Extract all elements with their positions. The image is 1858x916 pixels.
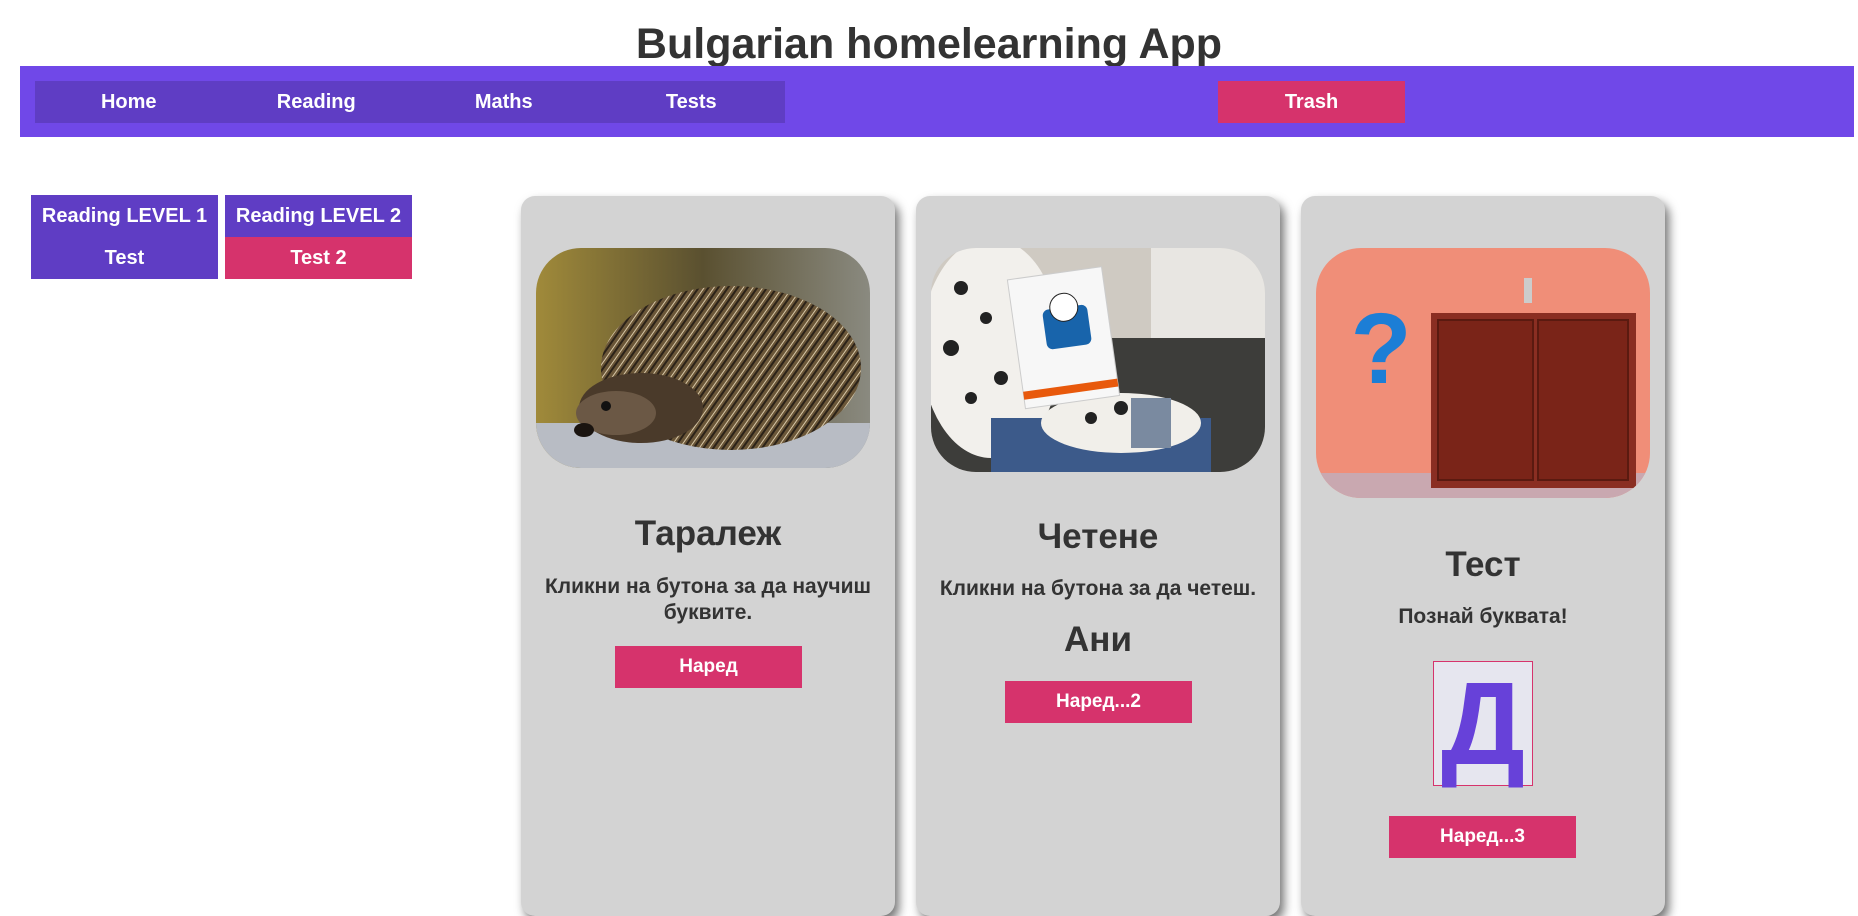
letter-tile: Д bbox=[1433, 661, 1533, 787]
nav-maths[interactable]: Maths bbox=[410, 81, 598, 123]
reading-level-2-button[interactable]: Reading LEVEL 2 bbox=[225, 195, 412, 237]
reading-level-1-button[interactable]: Reading LEVEL 1 bbox=[31, 195, 218, 237]
hedgehog-image bbox=[536, 248, 870, 468]
nav-tests[interactable]: Tests bbox=[598, 81, 786, 123]
test-2-button[interactable]: Test 2 bbox=[225, 237, 412, 279]
next-button[interactable]: Наред bbox=[615, 646, 802, 688]
app-title: Bulgarian homelearning App bbox=[635, 20, 1223, 68]
card-test: ? Тест Познай буквата! Д Наред...3 bbox=[1301, 196, 1665, 916]
nav-reading[interactable]: Reading bbox=[223, 81, 411, 123]
trash-button[interactable]: Trash bbox=[1218, 81, 1405, 123]
next-button[interactable]: Наред...2 bbox=[1005, 681, 1192, 723]
test-button[interactable]: Test bbox=[31, 237, 218, 279]
card-reading: Четене Кликни на бутона за да четеш. Ани… bbox=[916, 196, 1280, 916]
card-subtitle: Ани bbox=[1064, 620, 1132, 659]
card-title: Четене bbox=[1037, 517, 1159, 556]
card-text: Познай буквата! bbox=[1398, 605, 1568, 628]
navbar: Home Reading Maths Tests Trash bbox=[20, 66, 1854, 137]
child-reading-image bbox=[931, 248, 1265, 472]
nav-home[interactable]: Home bbox=[35, 81, 223, 123]
next-button[interactable]: Наред...3 bbox=[1389, 816, 1576, 858]
door-question-image: ? bbox=[1316, 248, 1650, 498]
card-title: Таралеж bbox=[634, 514, 782, 553]
nav-group: Home Reading Maths Tests bbox=[35, 81, 785, 123]
svg-text:?: ? bbox=[1350, 293, 1411, 405]
card-text: Кликни на бутона за да четеш. bbox=[939, 577, 1257, 600]
card-title: Тест bbox=[1445, 545, 1521, 584]
card-hedgehog: Таралеж Кликни на бутона за да научиш бу… bbox=[521, 196, 895, 916]
card-text: Кликни на бутона за да научиш буквите. bbox=[544, 575, 872, 624]
